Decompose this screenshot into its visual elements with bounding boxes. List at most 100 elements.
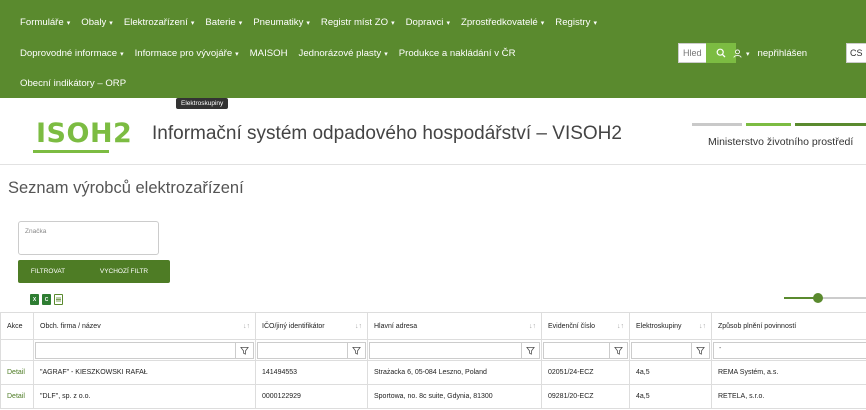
nav-item[interactable]: Pneumatiky ▾ [253,17,310,28]
search-group [678,43,736,63]
header-electro-groups[interactable]: Elektroskupiny ↓↑ [629,312,712,340]
language-select[interactable]: CS [846,43,866,63]
nav-item-label: Jednorázové plasty [298,48,382,59]
nav-item[interactable]: Produkce a nakládání v ČR [399,48,516,59]
nav-item-label: Obecní indikátory – ORP [20,78,127,89]
ministry-name: Ministerstvo životního prostředí [708,136,854,148]
csv-export-icon[interactable]: C [42,294,51,305]
sort-icon[interactable]: ↓↑ [617,323,624,330]
header-fulfillment-method: Způsob plnění povinností [711,312,866,340]
nav-item[interactable]: MAISOH [250,48,288,59]
cell-fulfillment-method: RETELA, s.r.o. [711,384,866,409]
cell-fulfillment-method-text: REMA Systém, a.s. [718,369,779,376]
method-filter-select[interactable]: -⌄ [713,341,866,359]
search-icon [716,48,726,58]
nav-item[interactable]: Registr míst ZO ▾ [321,17,395,28]
address-filter-button[interactable] [521,341,540,359]
header-evidence-number[interactable]: Evidenční číslo ↓↑ [541,312,630,340]
caret-down-icon: ▾ [384,50,388,58]
cell-ico: 141494553 [255,360,368,385]
nav-item-label: Baterie [205,17,236,28]
filter-cell-ico [255,339,368,361]
sort-icon[interactable]: ↓↑ [529,323,536,330]
user-icon [733,49,742,58]
isoh2-logo[interactable]: ISOH2 [36,118,132,149]
nav-item[interactable]: Zprostředkovatelé ▾ [461,17,544,28]
filter-icon [526,346,535,355]
excel-export-icon[interactable]: X [30,294,39,305]
logo-underline [33,150,109,153]
cell-electro-groups-text: 4a,5 [636,369,650,376]
nav-item-label: Dopravci [405,17,444,28]
nav-item[interactable]: Formuláře ▾ [20,17,70,28]
export-toolbar: X C [30,294,66,305]
filter-button[interactable]: FILTROVAT [18,260,78,283]
brand-filter-field[interactable]: Značka [18,221,159,255]
nav-item[interactable]: Dopravci ▾ [406,17,450,28]
evidence-filter-input[interactable] [543,341,609,359]
nav-item-label: Formuláře [20,17,64,28]
sort-icon[interactable]: ↓↑ [243,323,250,330]
table-row: Detail "DLF", sp. z o.o. 0000122929 Sportow… [0,384,866,409]
name-filter-input[interactable] [35,341,235,359]
caret-down-icon: ▾ [190,19,195,27]
detail-link[interactable]: Detail [7,393,25,400]
name-filter-button[interactable] [235,341,254,359]
nav-item-label: Zprostředkovatelé [460,17,538,28]
caret-down-icon: ▾ [306,19,310,27]
evidence-filter-button[interactable] [609,341,628,359]
page-title: Seznam výrobců elektrozařízení [8,179,244,197]
cell-evidence-number-text: 02051/24-ECZ [548,369,594,376]
cell-company-name: "AGRAF" - KIESZKOWSKI RAFAŁ [33,360,256,385]
nav-item[interactable]: Registry ▾ [555,17,597,28]
ico-filter-input[interactable] [257,341,347,359]
nav-item[interactable]: Baterie ▾ [205,17,242,28]
user-login-status: nepřihlášen [757,48,808,59]
column-settings-icon[interactable] [54,294,63,305]
nav-item-label: Informace pro vývojáře [134,48,233,59]
top-navigation: Formuláře ▾ Obaly ▾ Elektrozařízení ▾ Baterie ▾… [0,0,866,98]
nav-item[interactable]: Obaly ▾ [81,17,113,28]
caret-down-icon: ▾ [446,19,450,27]
filter-icon [614,346,623,355]
search-input[interactable] [678,43,706,63]
nav-row-tertiary: Obecní indikátory – ORP [20,78,137,89]
filter-icon [696,346,705,355]
default-filter-button[interactable]: VYCHOZÍ FILTR [78,260,170,283]
filter-button-group: FILTROVAT VYCHOZÍ FILTR [18,260,170,283]
ministry-bar-green [746,123,791,126]
header-address[interactable]: Hlavní adresa ↓↑ [367,312,542,340]
cell-electro-groups: 4a,5 [629,384,712,409]
nav-item[interactable]: Doprovodné informace ▾ [20,48,124,59]
cell-fulfillment-method: REMA Systém, a.s. [711,360,866,385]
cell-action[interactable]: Detail [0,360,34,385]
brand-filter-label: Značka [25,228,47,235]
header-separator [0,164,866,165]
header-ico[interactable]: IČO/jiný identifikátor ↓↑ [255,312,368,340]
groups-filter-input[interactable] [631,341,691,359]
cell-action[interactable]: Detail [0,384,34,409]
zoom-slider-handle[interactable] [813,293,824,303]
nav-item[interactable]: Elektrozařízení ▾ [124,17,195,28]
cell-ico-text: 141494553 [262,369,298,376]
filter-cell-name [33,339,256,361]
filter-cell-method: -⌄ [711,339,866,361]
header-company-name[interactable]: Obch. firma / název ↓↑ [33,312,256,340]
nav-item[interactable]: Obecní indikátory – ORP [20,78,126,89]
detail-link[interactable]: Detail [7,369,25,376]
cell-address: Strażacka 6, 05-084 Leszno, Poland [367,360,542,385]
nav-item-label: Registry [555,17,591,28]
groups-filter-button[interactable] [691,341,710,359]
sort-icon[interactable]: ↓↑ [355,323,362,330]
sort-icon[interactable]: ↓↑ [699,323,706,330]
nav-item[interactable]: Informace pro vývojáře ▾ [135,48,239,59]
table-filter-row: -⌄ [0,339,866,361]
user-menu[interactable]: ▾ nepřihlášen [733,48,807,59]
ico-filter-button[interactable] [347,341,366,359]
address-filter-input[interactable] [369,341,521,359]
table-row: Detail "AGRAF" - KIESZKOWSKI RAFAŁ 1414945… [0,360,866,385]
nav-item[interactable]: Jednorázové plasty ▾ [299,48,388,59]
filter-icon [352,346,361,355]
nav-item-label: Pneumatiky [253,17,304,28]
search-button[interactable] [706,43,736,63]
